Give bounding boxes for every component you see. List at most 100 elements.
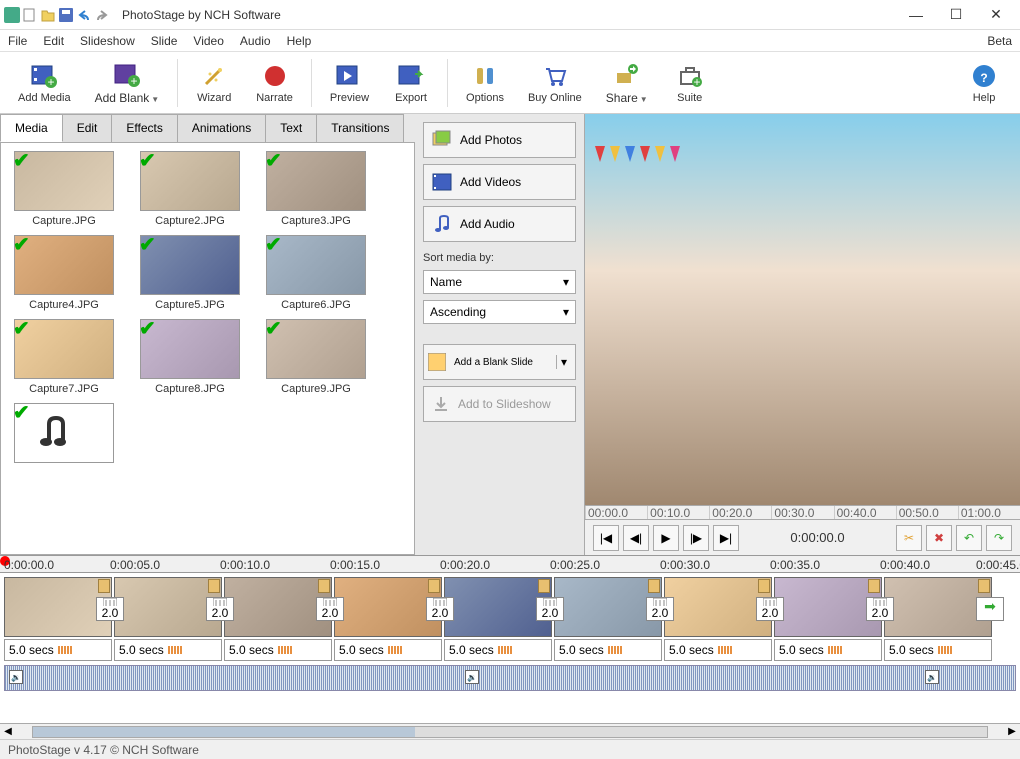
add-audio-label: Add Audio: [460, 217, 515, 231]
cut-button[interactable]: ✂: [896, 525, 922, 551]
transition-marker[interactable]: 2.0: [206, 597, 234, 621]
share-button[interactable]: Share▼: [596, 59, 658, 107]
options-button[interactable]: Options: [456, 60, 514, 106]
media-thumb[interactable]: ✔Capture.JPG: [9, 151, 119, 227]
tab-edit[interactable]: Edit: [62, 114, 113, 142]
timeline-clip[interactable]: 2.05.0 secs: [664, 577, 772, 659]
media-thumb[interactable]: ✔Capture4.JPG: [9, 235, 119, 311]
undo-icon[interactable]: [76, 7, 92, 23]
add-blank-slide-button[interactable]: Add a Blank Slide ▾: [423, 344, 576, 380]
check-icon: ✔: [139, 148, 156, 173]
scroll-right-arrow[interactable]: ▶: [1004, 726, 1020, 737]
menu-edit[interactable]: Edit: [43, 34, 64, 48]
transition-marker[interactable]: 2.0: [646, 597, 674, 621]
skip-end-button[interactable]: ▶|: [713, 525, 739, 551]
narrate-button[interactable]: Narrate: [246, 60, 303, 106]
preview-button[interactable]: Preview: [320, 60, 379, 106]
timeline-clip[interactable]: ➡5.0 secs: [884, 577, 992, 659]
minimize-button[interactable]: —: [896, 1, 936, 29]
menu-audio[interactable]: Audio: [240, 34, 271, 48]
clip-duration: 5.0 secs: [774, 639, 882, 661]
step-forward-button[interactable]: |▶: [683, 525, 709, 551]
delete-button[interactable]: ✖: [926, 525, 952, 551]
check-icon: ✔: [13, 400, 30, 425]
media-thumb[interactable]: ✔Capture3.JPG: [261, 151, 371, 227]
timeline-clip[interactable]: 2.05.0 secs: [774, 577, 882, 659]
tab-text[interactable]: Text: [265, 114, 317, 142]
sort-label: Sort media by:: [423, 252, 576, 264]
audio-track[interactable]: 🔉 🔉 🔉: [4, 665, 1016, 691]
thumb-label: Capture8.JPG: [135, 383, 245, 395]
timeline-clip[interactable]: 2.05.0 secs: [334, 577, 442, 659]
menu-slideshow[interactable]: Slideshow: [80, 34, 135, 48]
transition-marker[interactable]: 2.0: [756, 597, 784, 621]
save-icon[interactable]: [58, 7, 74, 23]
media-thumb[interactable]: ✔Capture2.JPG: [135, 151, 245, 227]
media-thumb[interactable]: ✔Capture5.JPG: [135, 235, 245, 311]
timeline-clip[interactable]: 2.05.0 secs: [4, 577, 112, 659]
redo-icon[interactable]: [94, 7, 110, 23]
timeline-clip[interactable]: 2.05.0 secs: [554, 577, 662, 659]
transition-marker[interactable]: 2.0: [96, 597, 124, 621]
skip-start-button[interactable]: |◀: [593, 525, 619, 551]
play-button[interactable]: ▶: [653, 525, 679, 551]
clip-marker: [318, 579, 330, 593]
media-thumb[interactable]: ✔Capture6.JPG: [261, 235, 371, 311]
scroll-left-arrow[interactable]: ◀: [0, 726, 16, 737]
speaker-icon[interactable]: 🔉: [9, 670, 23, 684]
tab-media[interactable]: Media: [0, 114, 63, 142]
transition-marker[interactable]: 2.0: [866, 597, 894, 621]
add-media-button[interactable]: + Add Media: [8, 60, 81, 106]
tab-effects[interactable]: Effects: [111, 114, 177, 142]
timeline-clip[interactable]: 2.05.0 secs: [224, 577, 332, 659]
menu-file[interactable]: File: [8, 34, 27, 48]
close-button[interactable]: ✕: [976, 1, 1016, 29]
undo-playback-button[interactable]: ↶: [956, 525, 982, 551]
buy-online-icon: [541, 62, 569, 90]
suite-button[interactable]: + Suite: [662, 60, 718, 106]
tab-animations[interactable]: Animations: [177, 114, 266, 142]
media-thumb-audio[interactable]: ✔: [9, 403, 119, 467]
add-to-slideshow-button[interactable]: Add to Slideshow: [423, 386, 576, 422]
thumb-label: Capture.JPG: [9, 215, 119, 227]
redo-playback-button[interactable]: ↷: [986, 525, 1012, 551]
blank-slide-icon: [428, 353, 446, 371]
export-button[interactable]: Export: [383, 60, 439, 106]
transition-marker[interactable]: 2.0: [536, 597, 564, 621]
add-photos-button[interactable]: Add Photos: [423, 122, 576, 158]
timeline-clip[interactable]: 2.05.0 secs: [114, 577, 222, 659]
media-thumb[interactable]: ✔Capture8.JPG: [135, 319, 245, 395]
open-icon[interactable]: [40, 7, 56, 23]
add-videos-button[interactable]: Add Videos: [423, 164, 576, 200]
timeline-scrollbar[interactable]: ◀ ▶: [0, 723, 1020, 739]
add-media-icon: +: [30, 62, 58, 90]
tab-transitions[interactable]: Transitions: [316, 114, 404, 142]
help-button[interactable]: ? Help: [956, 60, 1012, 106]
narrate-icon: [261, 62, 289, 90]
wizard-button[interactable]: Wizard: [186, 60, 242, 106]
buy-online-button[interactable]: Buy Online: [518, 60, 592, 106]
new-icon[interactable]: [22, 7, 38, 23]
transition-marker[interactable]: 2.0: [316, 597, 344, 621]
transition-marker[interactable]: 2.0: [426, 597, 454, 621]
timeline-clip[interactable]: 2.05.0 secs: [444, 577, 552, 659]
scrollbar-thumb[interactable]: [33, 727, 415, 737]
media-thumb[interactable]: ✔Capture7.JPG: [9, 319, 119, 395]
menu-slide[interactable]: Slide: [151, 34, 178, 48]
media-thumb[interactable]: ✔Capture9.JPG: [261, 319, 371, 395]
speaker-icon[interactable]: 🔉: [465, 670, 479, 684]
menu-video[interactable]: Video: [193, 34, 223, 48]
share-label: Share▼: [606, 91, 648, 105]
add-videos-label: Add Videos: [460, 175, 521, 189]
transition-marker[interactable]: ➡: [976, 597, 1004, 621]
step-back-button[interactable]: ◀|: [623, 525, 649, 551]
timeline[interactable]: 2.05.0 secs2.05.0 secs2.05.0 secs2.05.0 …: [0, 573, 1020, 723]
timeline-ruler[interactable]: 0:00:00.0 0:00:05.0 0:00:10.0 0:00:15.0 …: [0, 555, 1020, 573]
sort-field-select[interactable]: Name▾: [423, 270, 576, 294]
add-blank-button[interactable]: + Add Blank▼: [85, 59, 170, 107]
maximize-button[interactable]: ☐: [936, 1, 976, 29]
add-audio-button[interactable]: Add Audio: [423, 206, 576, 242]
speaker-icon[interactable]: 🔉: [925, 670, 939, 684]
menu-help[interactable]: Help: [287, 34, 312, 48]
sort-order-select[interactable]: Ascending▾: [423, 300, 576, 324]
